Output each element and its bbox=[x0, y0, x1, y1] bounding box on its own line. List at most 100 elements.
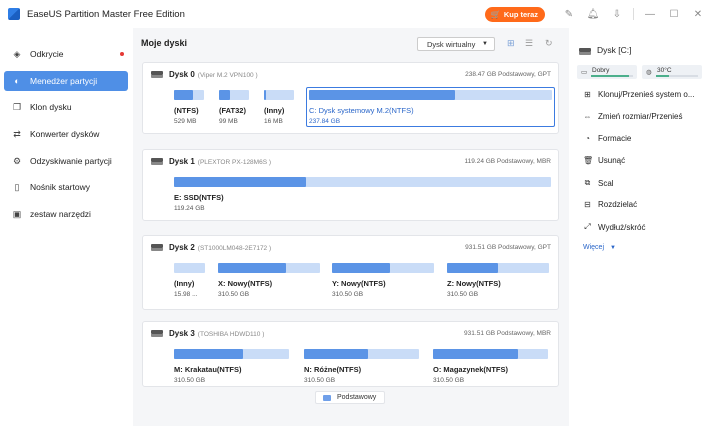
partition[interactable]: M: Krakatau(NTFS) 310.50 GB bbox=[174, 349, 289, 384]
action-label: Klonuj/Przenieś system o... bbox=[598, 90, 695, 99]
disk-info: 238.47 GB Podstawowy, GPT bbox=[465, 71, 551, 78]
disk-card-3[interactable]: Dysk 3 (TOSHIBA HDWD110 ) 931.51 GB Pods… bbox=[142, 321, 559, 387]
action-delete[interactable]: 🗑︎ Usunąć bbox=[583, 156, 625, 165]
partition-size: 15.98 ... bbox=[174, 291, 198, 298]
partition[interactable]: O: Magazynek(NTFS) 310.50 GB bbox=[433, 349, 548, 384]
partition-name: Y: Nowy(NTFS) bbox=[332, 279, 386, 288]
sidebar-item-label: Menedżer partycji bbox=[30, 75, 98, 86]
disk-name: Dysk 3 bbox=[169, 329, 195, 338]
notes-icon[interactable]: ✎ bbox=[557, 9, 581, 20]
minimize-icon[interactable]: — bbox=[638, 9, 662, 20]
sidebar-item-toolkit[interactable]: ▣ zestaw narzędzi bbox=[4, 204, 128, 224]
disk-card-2[interactable]: Dysk 2 (ST1000LM048-2E7172 ) 931.51 GB P… bbox=[142, 235, 559, 310]
notification-badge bbox=[120, 52, 124, 56]
disk-name: Dysk 1 bbox=[169, 157, 195, 166]
windows-icon: ⊞ bbox=[584, 90, 591, 99]
sidebar-item-discovery[interactable]: ◈ Odkrycie bbox=[4, 44, 128, 64]
disk-health-icon: ▭ bbox=[581, 69, 588, 76]
disk-card-1[interactable]: Dysk 1 (PLEXTOR PX-128M6S ) 119.24 GB Po… bbox=[142, 149, 559, 221]
partition-name: C: Dysk systemowy M.2(NTFS) bbox=[309, 106, 414, 115]
buy-now-button[interactable]: 🛒 Kup teraz bbox=[484, 6, 545, 22]
partition-size: 529 MB bbox=[174, 118, 197, 125]
virtual-disk-select[interactable]: Dysk wirtualny ▼ bbox=[417, 37, 495, 51]
sidebar-item-partition-manager[interactable]: ◐ Menedżer partycji bbox=[4, 70, 128, 91]
more-button[interactable]: Więcej ▼ bbox=[583, 244, 616, 251]
temperature-label: 30°C bbox=[657, 67, 672, 74]
sidebar-item-label: zestaw narzędzi bbox=[30, 209, 91, 220]
sidebar-item-label: Odzyskiwanie partycji bbox=[30, 155, 112, 166]
partition[interactable]: E: SSD(NTFS) 119.24 GB bbox=[174, 177, 551, 212]
sidebar-item-disk-converter[interactable]: ⇄ Konwerter dysków bbox=[4, 124, 128, 144]
partition[interactable]: (NTFS) 529 MB bbox=[174, 90, 204, 125]
partition[interactable]: (Inny) 15.98 ... bbox=[174, 263, 205, 298]
selected-disk-label: Dysk [C:] bbox=[597, 45, 632, 55]
sidebar-item-label: Klon dysku bbox=[30, 102, 72, 113]
disk-name: Dysk 0 bbox=[169, 70, 195, 79]
legend: Podstawowy bbox=[315, 391, 386, 404]
refresh-icon[interactable]: ↻ bbox=[545, 38, 553, 49]
split-icon: ⊟ bbox=[584, 200, 591, 209]
close-icon[interactable]: ✕ bbox=[686, 9, 710, 20]
temperature-bar bbox=[656, 75, 669, 77]
action-clone-migrate-os[interactable]: ⊞ Klonuj/Przenieś system o... bbox=[583, 90, 694, 99]
app-title: EaseUS Partition Master Free Edition bbox=[27, 8, 185, 20]
virtual-disk-select-value: Dysk wirtualny bbox=[427, 39, 476, 49]
resize-icon: ⇔ bbox=[583, 112, 592, 121]
grid-view-icon[interactable]: ⊞ bbox=[507, 38, 515, 49]
download-icon[interactable]: ⇩ bbox=[605, 9, 629, 20]
partition-name: X: Nowy(NTFS) bbox=[218, 279, 273, 288]
maximize-icon[interactable]: ☐ bbox=[662, 9, 686, 20]
partition-name: O: Magazynek(NTFS) bbox=[433, 365, 509, 374]
partition[interactable]: (Inny) 16 MB bbox=[264, 90, 294, 125]
partition-name: M: Krakatau(NTFS) bbox=[174, 365, 242, 374]
partition-selected[interactable]: C: Dysk systemowy M.2(NTFS) 237.84 GB bbox=[306, 87, 555, 127]
action-label: Usunąć bbox=[598, 156, 626, 165]
partition[interactable]: N: Różne(NTFS) 310.50 GB bbox=[304, 349, 419, 384]
partition-size: 16 MB bbox=[264, 118, 283, 125]
toolkit-icon: ▣ bbox=[12, 209, 22, 220]
bell-icon[interactable]: 🔔︎ bbox=[581, 9, 605, 20]
action-merge[interactable]: ⧉ Scal bbox=[583, 178, 614, 188]
partition-size: 310.50 GB bbox=[332, 291, 364, 298]
caret-down-icon: ▼ bbox=[482, 41, 488, 47]
partition-name: (FAT32) bbox=[219, 106, 246, 115]
recovery-icon: ⚙ bbox=[12, 155, 22, 166]
disk-model: (Viper M.2 VPN100 ) bbox=[197, 72, 258, 79]
disk-info: 119.24 GB Podstawowy, MBR bbox=[464, 158, 551, 165]
partition[interactable]: (FAT32) 99 MB bbox=[219, 90, 249, 125]
clone-icon: ❐ bbox=[12, 102, 22, 113]
sidebar-item-label: Konwerter dysków bbox=[30, 129, 100, 140]
caret-down-icon: ▼ bbox=[609, 245, 616, 251]
sidebar-item-partition-recovery[interactable]: ⚙ Odzyskiwanie partycji bbox=[4, 151, 128, 171]
sidebar-item-label: Nośnik startowy bbox=[30, 182, 90, 193]
action-format[interactable]: ◔ Formacie bbox=[583, 134, 631, 143]
thermometer-icon: ◍ bbox=[646, 69, 652, 76]
cart-icon: 🛒 bbox=[490, 9, 501, 19]
usb-icon: ▯ bbox=[14, 182, 20, 193]
action-resize-move[interactable]: ⇔ Zmień rozmiar/Przenieś bbox=[583, 112, 683, 121]
sidebar-item-bootable-media[interactable]: ▯ Nośnik startowy bbox=[4, 177, 128, 197]
action-extend-shrink[interactable]: ⤢ Wydłuż/skróć bbox=[583, 222, 645, 232]
merge-icon: ⧉ bbox=[584, 178, 591, 187]
disk-card-0[interactable]: Dysk 0 (Viper M.2 VPN100 ) 238.47 GB Pod… bbox=[142, 62, 559, 134]
sidebar-item-disk-clone[interactable]: ❐ Klon dysku bbox=[4, 97, 128, 117]
partition[interactable]: Y: Nowy(NTFS) 310.50 GB bbox=[332, 263, 434, 298]
extend-icon: ⤢ bbox=[584, 222, 591, 231]
more-label: Więcej bbox=[583, 244, 605, 251]
partition-name: E: SSD(NTFS) bbox=[174, 193, 224, 202]
compass-icon: ◈ bbox=[13, 49, 21, 59]
hard-disk-icon bbox=[151, 71, 163, 78]
partition-size: 310.50 GB bbox=[433, 377, 465, 384]
selected-disk-title: Dysk [C:] bbox=[579, 45, 631, 55]
list-view-icon[interactable]: ☰ bbox=[525, 38, 533, 49]
disk-info: 931.51 GB Podstawowy, MBR bbox=[464, 330, 551, 337]
partition[interactable]: Z: Nowy(NTFS) 310.50 GB bbox=[447, 263, 549, 298]
legend-label: Podstawowy bbox=[337, 394, 377, 401]
partition[interactable]: X: Nowy(NTFS) 310.50 GB bbox=[218, 263, 320, 298]
convert-icon: ⇄ bbox=[13, 129, 21, 140]
buy-now-label: Kup teraz bbox=[503, 9, 538, 19]
titlebar-separator bbox=[633, 8, 634, 20]
main-panel: Moje dyski Dysk wirtualny ▼ ⊞ ☰ ↻ Dysk 0… bbox=[133, 28, 569, 426]
hard-disk-icon bbox=[151, 244, 163, 251]
action-split[interactable]: ⊟ Rozdzielać bbox=[583, 200, 637, 209]
